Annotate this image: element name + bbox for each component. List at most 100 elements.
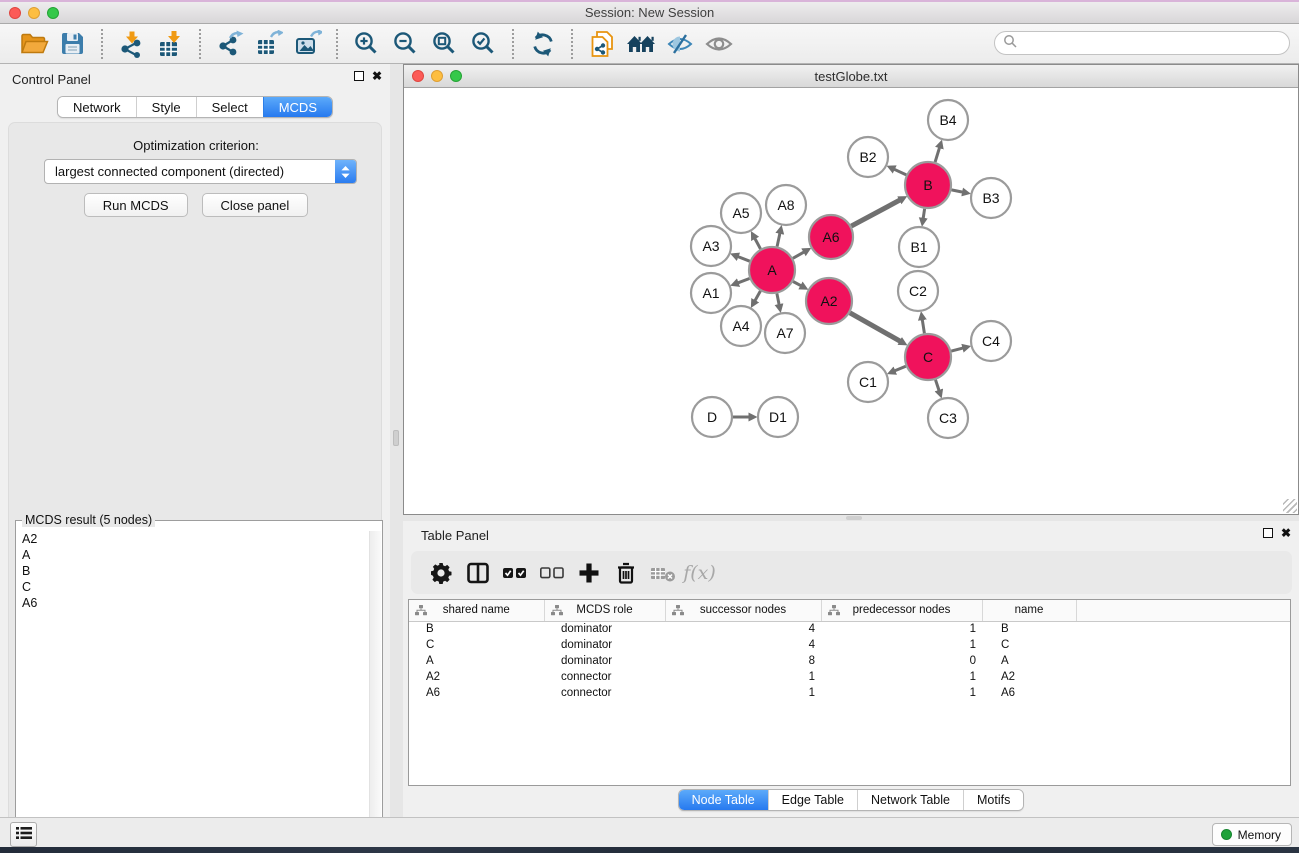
export-image-icon[interactable] <box>290 25 325 63</box>
zoom-fit-icon[interactable] <box>427 25 462 63</box>
minimize-window-icon[interactable] <box>28 7 40 19</box>
table-cell[interactable]: C <box>982 637 1076 653</box>
table-row[interactable]: A6connector11A6 <box>409 685 1290 701</box>
mcds-list-item[interactable]: C <box>17 579 368 595</box>
column-header-name[interactable]: name <box>982 600 1076 621</box>
table-row[interactable]: Adominator80A <box>409 653 1290 669</box>
zoom-window-icon[interactable] <box>47 7 59 19</box>
mcds-list-item[interactable]: A <box>17 547 368 563</box>
graph-edge-A-A8[interactable] <box>777 233 780 246</box>
table-cell[interactable]: 1 <box>821 669 982 685</box>
graph-edge-A2-C[interactable] <box>850 313 900 341</box>
graph-edge-C-C3[interactable] <box>936 380 940 391</box>
scrollbar[interactable] <box>369 531 381 853</box>
search-box[interactable] <box>994 31 1290 55</box>
table-cell[interactable]: dominator <box>544 637 665 653</box>
table-cell[interactable]: B <box>982 621 1076 637</box>
refresh-icon[interactable] <box>525 25 560 63</box>
divider-handle[interactable] <box>393 430 399 446</box>
table-row[interactable]: A2connector11A2 <box>409 669 1290 685</box>
close-window-icon[interactable] <box>412 70 424 82</box>
table-cell[interactable]: 1 <box>665 669 821 685</box>
split-column-icon[interactable] <box>462 555 493 591</box>
task-history-button[interactable] <box>10 822 37 847</box>
table-cell[interactable]: 0 <box>821 653 982 669</box>
graph-edge-B-B4[interactable] <box>935 148 939 162</box>
float-icon[interactable] <box>1263 528 1273 538</box>
hide-details-icon[interactable] <box>662 25 697 63</box>
import-network-icon[interactable] <box>114 25 149 63</box>
select-all-icon[interactable] <box>499 555 530 591</box>
table-row[interactable]: Cdominator41C <box>409 637 1290 653</box>
graph-edge-A-A2[interactable] <box>793 282 801 286</box>
deselect-all-icon[interactable] <box>536 555 567 591</box>
table-cell[interactable]: 1 <box>821 685 982 701</box>
tab-network-table[interactable]: Network Table <box>857 790 963 810</box>
graph-edge-C-C2[interactable] <box>922 320 924 334</box>
optimization-dropdown[interactable]: largest connected component (directed) <box>44 159 357 184</box>
graph-edge-B-B2[interactable] <box>894 169 906 175</box>
zoom-in-icon[interactable] <box>349 25 384 63</box>
save-icon[interactable] <box>55 25 90 63</box>
graph-edge-A-A1[interactable] <box>738 279 749 283</box>
table-cell[interactable]: connector <box>544 685 665 701</box>
graph-edge-B-B1[interactable] <box>923 209 924 219</box>
table-cell[interactable]: connector <box>544 669 665 685</box>
tab-edge-table[interactable]: Edge Table <box>768 790 857 810</box>
graph-edge-C-C4[interactable] <box>951 348 963 351</box>
vertical-split-divider[interactable] <box>390 64 403 817</box>
table-cell[interactable]: A6 <box>982 685 1076 701</box>
graph-edge-C-C1[interactable] <box>895 366 906 371</box>
search-input[interactable] <box>1022 34 1289 52</box>
table-cell[interactable]: 1 <box>665 685 821 701</box>
close-window-icon[interactable] <box>9 7 21 19</box>
graph-edge-A-A3[interactable] <box>738 257 750 262</box>
graph-edge-A-A7[interactable] <box>777 294 779 305</box>
network-canvas[interactable]: ABCA2A6A1A3A4A5A7A8B1B2B3B4C1C2C3C4DD1 <box>404 88 1298 514</box>
close-icon[interactable]: ✖ <box>1281 528 1291 538</box>
table-cell[interactable]: B <box>409 621 544 637</box>
mcds-list-item[interactable]: B <box>17 563 368 579</box>
divider-handle[interactable] <box>846 516 862 520</box>
table-cell[interactable]: A2 <box>409 669 544 685</box>
run-mcds-button[interactable]: Run MCDS <box>84 193 188 217</box>
table-row[interactable]: Bdominator41B <box>409 621 1290 637</box>
zoom-out-icon[interactable] <box>388 25 423 63</box>
minimize-window-icon[interactable] <box>431 70 443 82</box>
table-cell[interactable]: 4 <box>665 637 821 653</box>
table-cell[interactable]: A2 <box>982 669 1076 685</box>
table-cell[interactable]: A <box>409 653 544 669</box>
table-cell[interactable]: 8 <box>665 653 821 669</box>
column-header-shared-name[interactable]: shared name <box>409 600 544 621</box>
export-table-icon[interactable] <box>251 25 286 63</box>
close-icon[interactable]: ✖ <box>372 71 382 81</box>
open-folder-icon[interactable] <box>16 25 51 63</box>
import-table-icon[interactable] <box>153 25 188 63</box>
tab-motifs[interactable]: Motifs <box>963 790 1023 810</box>
table-cell[interactable]: dominator <box>544 621 665 637</box>
table-cell[interactable]: 1 <box>821 621 982 637</box>
close-panel-button[interactable]: Close panel <box>202 193 309 217</box>
mcds-list-item[interactable]: A2 <box>17 531 368 547</box>
tab-style[interactable]: Style <box>136 97 196 117</box>
graph-edge-A6-B[interactable] <box>851 200 900 226</box>
graph-edge-A-A6[interactable] <box>793 252 804 258</box>
graph-edge-B-B3[interactable] <box>952 190 963 192</box>
add-icon[interactable] <box>573 555 604 591</box>
tab-network[interactable]: Network <box>58 97 136 117</box>
tab-node-table[interactable]: Node Table <box>679 790 768 810</box>
network-window-titlebar[interactable]: testGlobe.txt <box>404 65 1298 88</box>
zoom-selected-icon[interactable] <box>466 25 501 63</box>
export-network-icon[interactable] <box>212 25 247 63</box>
eye-icon[interactable] <box>701 25 736 63</box>
column-header-MCDS-role[interactable]: MCDS role <box>544 600 665 621</box>
table-cell[interactable]: A6 <box>409 685 544 701</box>
home-icon[interactable] <box>623 25 658 63</box>
column-header-predecessor-nodes[interactable]: predecessor nodes <box>821 600 982 621</box>
graph-edge-A-A4[interactable] <box>755 291 760 301</box>
graph-edge-A-A5[interactable] <box>755 239 761 249</box>
tab-mcds[interactable]: MCDS <box>263 97 332 117</box>
table-cell[interactable]: 1 <box>821 637 982 653</box>
table-cell[interactable]: 4 <box>665 621 821 637</box>
gear-icon[interactable] <box>425 555 456 591</box>
